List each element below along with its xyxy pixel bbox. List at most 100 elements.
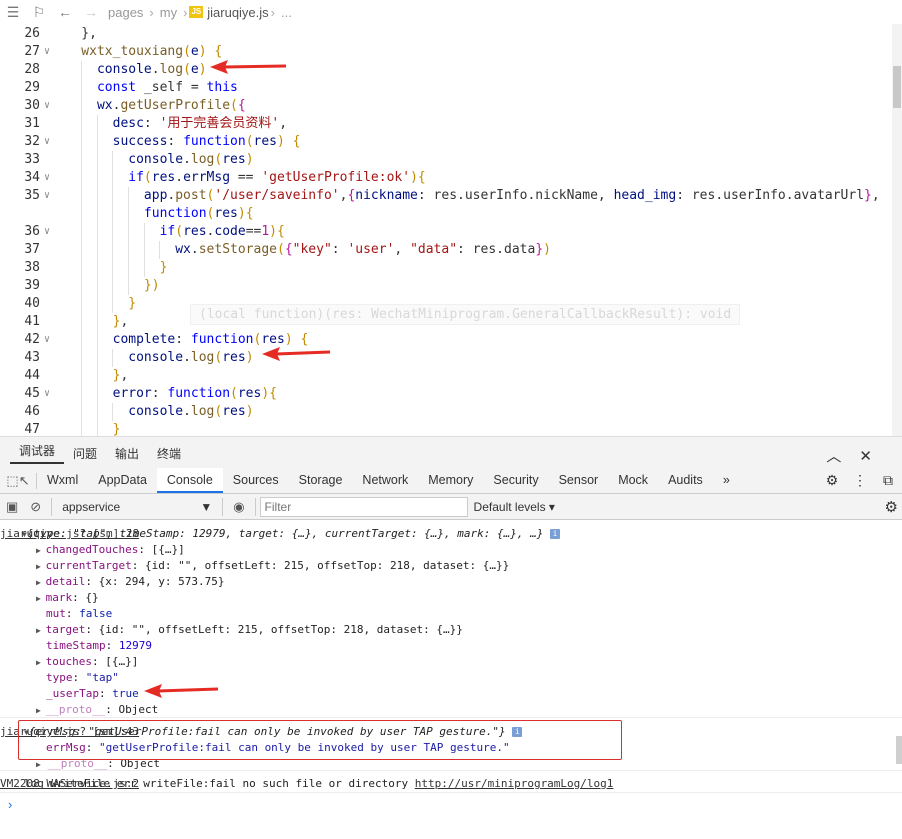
devtools-tab[interactable]: Security: [483, 468, 548, 493]
devtools-tab[interactable]: Sensor: [549, 468, 609, 493]
code-token: getUserProfile: [120, 98, 231, 113]
code-token: (: [143, 170, 152, 185]
context-selector[interactable]: appservice ▼: [56, 500, 218, 514]
inspect-element-icon[interactable]: ⬚↖: [0, 472, 37, 489]
devtools-tab[interactable]: Sources: [223, 468, 289, 493]
expand-triangle-icon[interactable]: ▶: [36, 658, 46, 667]
expand-triangle-icon[interactable]: ▶: [36, 578, 46, 587]
code-line[interactable]: 45 ∨ error: function(res){: [0, 385, 892, 403]
code-token: res: [222, 152, 246, 167]
code-line[interactable]: 32 ∨ success: function(res) {: [0, 133, 892, 151]
code-line[interactable]: 44 },: [0, 367, 892, 385]
indent-guide: [159, 241, 161, 259]
code-editor[interactable]: 26 }, 27 ∨ wxtx_touxiang(e) {28 console.lo…: [0, 24, 892, 436]
expand-triangle-icon[interactable]: ▶: [36, 562, 46, 571]
object-property[interactable]: ▶ target: {id: "", offsetLeft: 215, offs…: [36, 622, 463, 638]
devtools-tab[interactable]: Memory: [418, 468, 483, 493]
devtools-tab[interactable]: Mock: [608, 468, 658, 493]
editor-scrollbar-thumb[interactable]: [893, 66, 901, 108]
code-line[interactable]: 43 console.log(res): [0, 349, 892, 367]
code-line[interactable]: 27 ∨ wxtx_touxiang(e) {: [0, 43, 892, 61]
code-line[interactable]: 28 console.log(e): [0, 61, 892, 79]
forward-arrow-icon[interactable]: →: [78, 4, 104, 20]
sidebar-toggle-icon[interactable]: ▣: [0, 499, 24, 515]
expand-triangle-icon[interactable]: ▶: [36, 760, 41, 769]
breadcrumb-item[interactable]: my: [160, 5, 177, 20]
code-line[interactable]: function(res){: [0, 205, 892, 223]
log-source-link[interactable]: jiaruqiye.js? [sm]:28: [0, 526, 879, 542]
indent-guide: [81, 187, 83, 205]
devtools-tab[interactable]: Network: [352, 468, 418, 493]
settings-gear-icon[interactable]: ⚙: [818, 472, 846, 489]
property-value: {x: 294, y: 573.75}: [98, 575, 225, 588]
code-line[interactable]: 31 desc: '用于完善会员资料',: [0, 115, 892, 133]
toolbar-divider: [51, 497, 53, 516]
code-token: function: [183, 134, 246, 149]
console-settings-gear-icon[interactable]: ⚙: [885, 498, 898, 516]
expand-triangle-icon[interactable]: ▶: [36, 626, 46, 635]
bookmark-icon[interactable]: ⚐: [26, 4, 52, 21]
dock-side-icon[interactable]: ⧉: [874, 472, 902, 489]
log-levels-dropdown[interactable]: Default levels ▾: [468, 500, 561, 514]
chevron-up-icon[interactable]: ︿: [826, 448, 859, 465]
code-line[interactable]: 46 console.log(res): [0, 403, 892, 421]
clear-console-icon[interactable]: ⊘: [24, 499, 47, 515]
eye-icon[interactable]: ◉: [227, 499, 250, 515]
object-property[interactable]: ▶ mark: {}: [36, 590, 99, 606]
panel-tab-output[interactable]: 输出: [106, 445, 148, 462]
more-tabs-icon[interactable]: »: [713, 468, 740, 493]
object-property[interactable]: ▶ changedTouches: [{…}]: [36, 542, 185, 558]
property-key: mut: [46, 607, 66, 620]
close-icon[interactable]: ✕: [859, 448, 890, 465]
expand-triangle-icon[interactable]: ▶: [36, 594, 46, 603]
indent-guide: [96, 403, 98, 421]
code-text: wx.setStorage({"key": 'user', "data": re…: [50, 241, 551, 259]
code-line[interactable]: 47 }: [0, 421, 892, 436]
log-source-link[interactable]: VM2208 WAService.js:2: [0, 776, 879, 792]
code-line[interactable]: 34 ∨ if(res.errMsg == 'getUserProfile:ok'…: [0, 169, 892, 187]
devtools-tab-console[interactable]: Console: [156, 468, 223, 493]
object-property[interactable]: ▶ currentTarget: {id: "", offsetLeft: 21…: [36, 558, 509, 574]
code-token: const: [50, 80, 137, 95]
code-token: res: [151, 170, 176, 185]
code-line[interactable]: 26 },: [0, 25, 892, 43]
kebab-menu-icon[interactable]: ⋮: [846, 472, 874, 489]
console-scrollbar-thumb[interactable]: [896, 736, 902, 764]
breadcrumb-file[interactable]: jiaruqiye.js: [207, 5, 268, 20]
devtools-tab[interactable]: Storage: [289, 468, 353, 493]
object-property[interactable]: ▶ detail: {x: 294, y: 573.75}: [36, 574, 224, 590]
panel-tab-debugger[interactable]: 调试器: [10, 442, 65, 464]
code-line[interactable]: 30 ∨ wx.getUserProfile({: [0, 97, 892, 115]
code-token: .: [151, 62, 160, 77]
code-line[interactable]: 36 ∨ if(res.code==1){: [0, 223, 892, 241]
console-prompt[interactable]: ›: [8, 797, 12, 812]
panel-tab-problems[interactable]: 问题: [64, 445, 106, 462]
code-line[interactable]: 35 ∨ app.post('/user/saveinfo',{nickname:…: [0, 187, 892, 205]
object-property[interactable]: ▶ __proto__: Object: [36, 702, 158, 718]
code-line[interactable]: 39 }): [0, 277, 892, 295]
indent-guide: [81, 133, 83, 151]
list-icon[interactable]: ☰: [0, 4, 26, 21]
breadcrumb-item[interactable]: pages: [108, 5, 143, 20]
devtools-tab[interactable]: AppData: [88, 468, 157, 493]
console-filter-input[interactable]: [259, 496, 468, 517]
panel-tab-terminal[interactable]: 终端: [148, 445, 190, 462]
code-line[interactable]: 33 console.log(res): [0, 151, 892, 169]
code-token: :: [151, 386, 168, 401]
code-line[interactable]: 42 ∨ complete: function(res) {: [0, 331, 892, 349]
expand-triangle-icon[interactable]: ▶: [36, 706, 46, 715]
code-line[interactable]: 37 wx.setStorage({"key": 'user', "data":…: [0, 241, 892, 259]
console-output: ▼{type: "tap", timeStamp: 12979, target:…: [0, 520, 902, 839]
breadcrumb-more[interactable]: ...: [281, 5, 292, 20]
indent-guide: [81, 421, 83, 436]
indent-guide: [81, 403, 83, 421]
code-line[interactable]: 29 const _self = this: [0, 79, 892, 97]
devtools-tab[interactable]: Wxml: [37, 468, 88, 493]
back-arrow-icon[interactable]: ←: [52, 4, 78, 20]
expand-triangle-icon[interactable]: ▶: [36, 546, 46, 555]
object-property[interactable]: ▶ touches: [{…}]: [36, 654, 138, 670]
devtools-tab[interactable]: Audits: [658, 468, 713, 493]
code-token: complete: [50, 332, 176, 347]
code-line[interactable]: 38 }: [0, 259, 892, 277]
line-number: 43: [24, 350, 40, 365]
